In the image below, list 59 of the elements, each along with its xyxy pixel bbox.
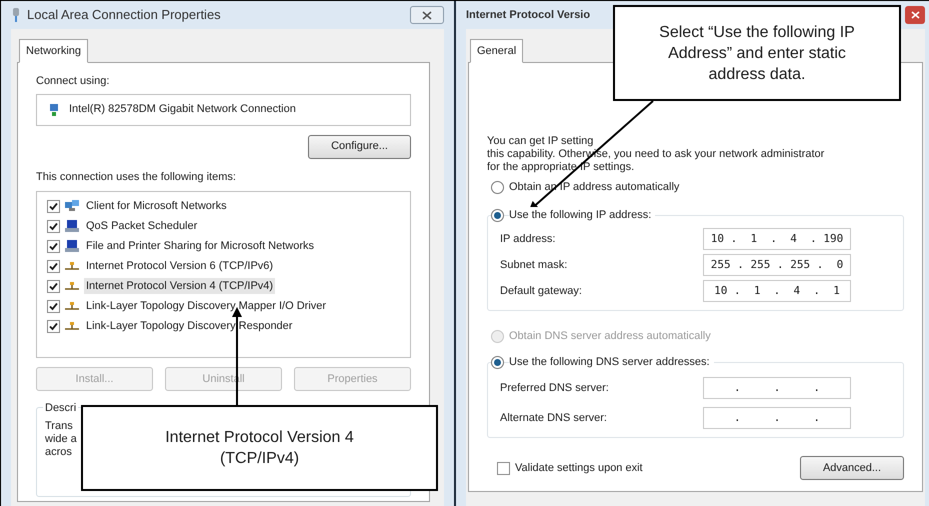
window-title: Internet Protocol Versio: [466, 8, 592, 23]
list-item[interactable]: Internet Protocol Version 6 (TCP/IPv6): [84, 258, 276, 274]
description-text: wide a: [45, 433, 77, 446]
radio-button[interactable]: [491, 180, 504, 194]
tab[interactable]: General: [470, 39, 524, 63]
checkbox[interactable]: [47, 220, 60, 232]
network-icon: [64, 199, 80, 213]
description-text: Trans: [45, 420, 73, 433]
radio-button[interactable]: [491, 208, 504, 222]
network-icon: [64, 219, 80, 233]
list-item[interactable]: Link-Layer Topology Discovery Responder: [84, 318, 294, 334]
ip-field[interactable]: 255 . 255 . 255 . 0: [703, 254, 851, 276]
intro-text: You can get IP setting: [487, 135, 594, 148]
checkbox[interactable]: [47, 260, 60, 272]
callout: Internet Protocol Version 4 (TCP/IPv4): [81, 405, 438, 491]
callout: Select “Use the following IP Address” and enter static address data.: [613, 5, 901, 101]
checkbox[interactable]: [497, 462, 510, 474]
protocol-icon: [64, 259, 80, 273]
radio-label: Obtain DNS server address automatically: [509, 328, 711, 344]
list-item[interactable]: File and Printer Sharing for Microsoft Networks: [84, 238, 316, 254]
close-button[interactable]: [905, 6, 925, 24]
radio-label: Use the following IP address:: [509, 206, 656, 224]
list-item[interactable]: QoS Packet Scheduler: [84, 218, 200, 234]
close-icon: [910, 11, 920, 19]
button[interactable]: Advanced...: [800, 456, 904, 480]
field-label: Alternate DNS server:: [500, 410, 607, 426]
checkbox[interactable]: [47, 200, 60, 212]
network-icon: [64, 239, 80, 253]
ip-field[interactable]: 10 . 1 . 4 . 1: [703, 280, 851, 302]
plug-icon: [11, 7, 21, 23]
tab[interactable]: Networking: [19, 39, 88, 63]
label: This connection uses the following items:: [36, 170, 237, 184]
list-item[interactable]: Client for Microsoft Networks: [84, 198, 229, 214]
field-label: Preferred DNS server:: [500, 380, 609, 396]
field-label: Default gateway:: [500, 284, 582, 299]
list-item[interactable]: Internet Protocol Version 4 (TCP/IPv4): [84, 278, 276, 294]
protocol-icon: [64, 299, 80, 313]
field-label: Subnet mask:: [500, 258, 568, 273]
radio-button[interactable]: [491, 356, 504, 368]
adapter-name: Intel(R) 82578DM Gigabit Network Connection: [69, 102, 296, 118]
checkbox[interactable]: [47, 240, 60, 252]
close-button[interactable]: [410, 6, 444, 24]
checkbox[interactable]: [47, 300, 60, 312]
checkbox-label: Validate settings upon exit: [515, 460, 643, 476]
window-title: Local Area Connection Properties: [27, 6, 222, 24]
checkbox[interactable]: [47, 320, 60, 332]
list-item[interactable]: Link-Layer Topology Discovery Mapper I/O Driver: [84, 298, 328, 314]
field-label: IP address:: [500, 232, 556, 247]
checkbox[interactable]: [47, 280, 60, 292]
description-text: acros: [45, 446, 72, 459]
network-adapter-icon: [47, 102, 61, 116]
protocol-icon: [64, 319, 80, 333]
ip-field[interactable]: 10 . 1 . 4 . 190: [703, 228, 851, 250]
button[interactable]: Configure...: [308, 134, 411, 158]
protocol-icon: [64, 279, 80, 293]
close-icon: [422, 10, 432, 20]
ip-field[interactable]: . . .: [703, 377, 851, 399]
label: Connect using:: [36, 74, 110, 89]
ip-field[interactable]: . . .: [703, 407, 851, 429]
